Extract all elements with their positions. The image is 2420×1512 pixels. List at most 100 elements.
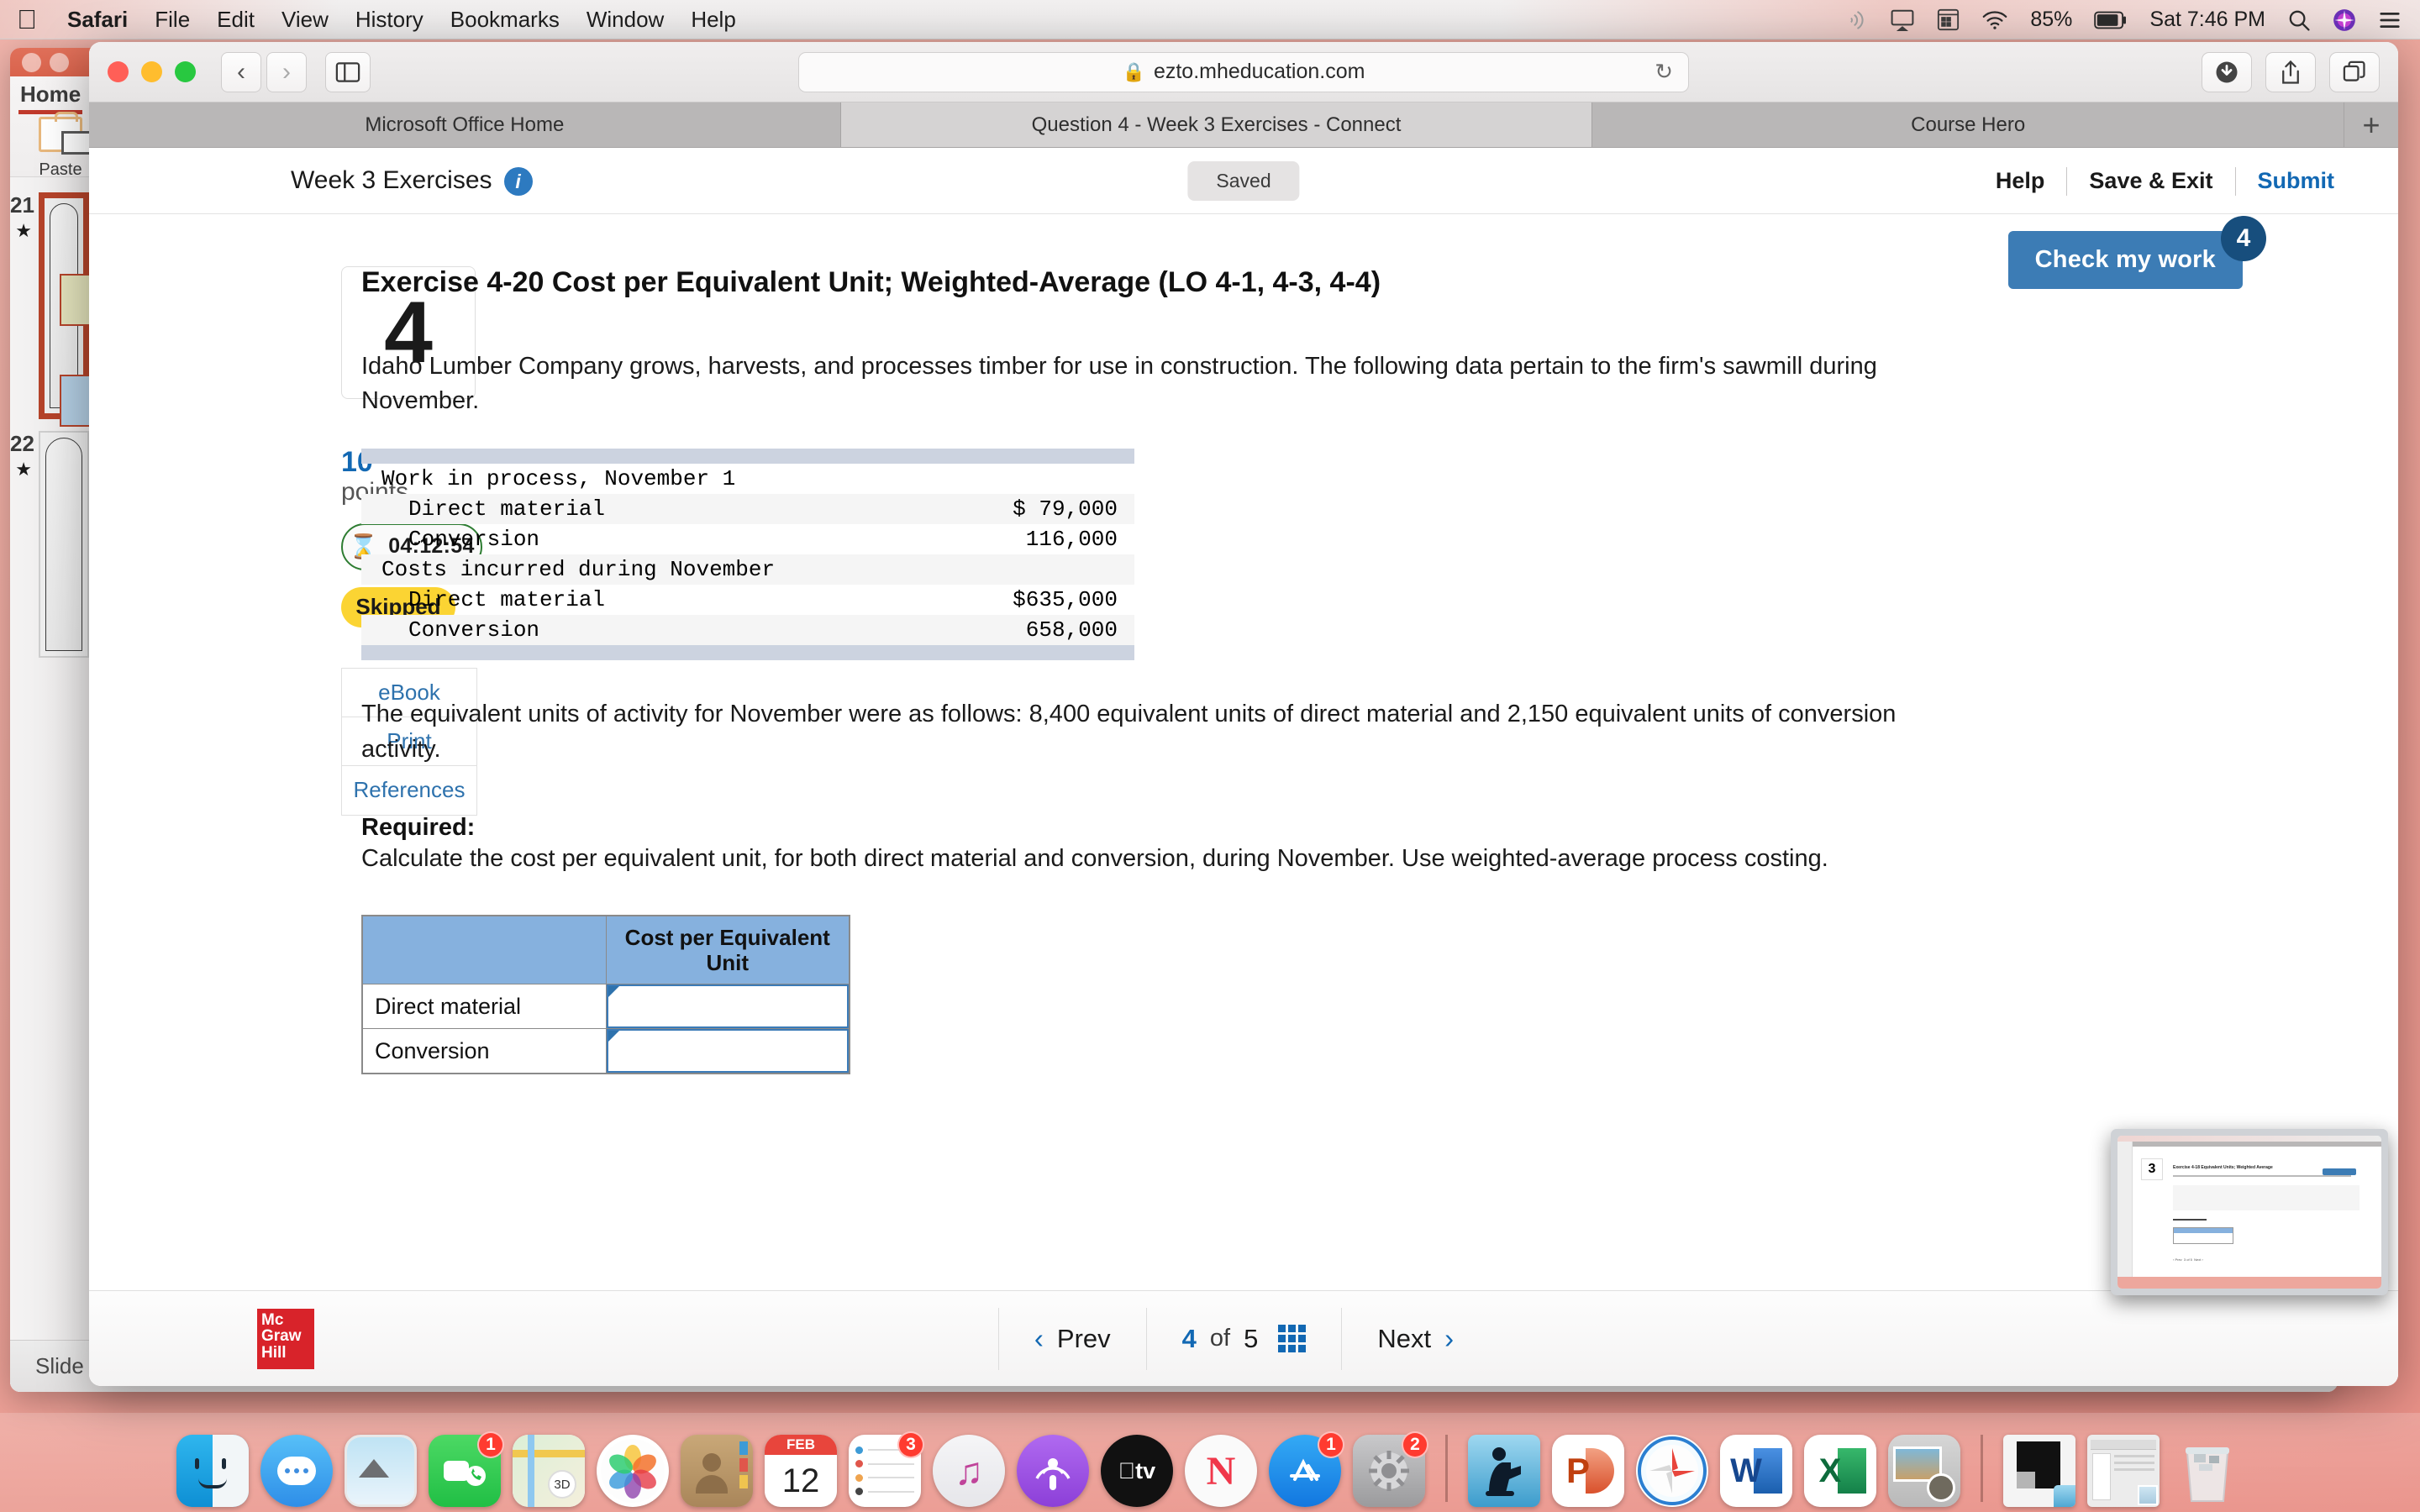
dock-item-calendar[interactable]: FEB 12 (765, 1435, 837, 1507)
toolbar-right-buttons (2202, 51, 2380, 92)
exercise-intro-text: Idaho Lumber Company grows, harvests, an… (361, 353, 1877, 415)
dock-item-settings-window-file[interactable] (2087, 1435, 2160, 1507)
dock-item-system-preferences[interactable]: 2 (1353, 1431, 1428, 1507)
tab-overview-button[interactable] (2329, 51, 2380, 92)
dock-item-finder[interactable] (176, 1435, 249, 1507)
window-close-button[interactable] (22, 52, 41, 72)
table-row: Direct material (361, 984, 850, 1030)
back-button[interactable]: ‹ (221, 51, 261, 92)
menu-bookmarks[interactable]: Bookmarks (450, 7, 560, 33)
reload-icon[interactable]: ↻ (1655, 59, 1673, 85)
dock-item-appstore[interactable]: 1 (1269, 1431, 1344, 1507)
menu-window[interactable]: Window (587, 7, 664, 33)
dock-item-trash[interactable] (2171, 1435, 2244, 1507)
menu-file[interactable]: File (155, 7, 190, 33)
prev-question-button[interactable]: ‹ Prev (997, 1307, 1147, 1370)
header-action-links: Help Save & Exit Submit (1974, 166, 2357, 196)
dock-badge-reminders: 3 (897, 1431, 924, 1458)
control-center-icon[interactable] (2378, 10, 2402, 30)
slide-thumbnail[interactable] (39, 192, 118, 427)
answer-cell[interactable] (605, 1028, 850, 1074)
row-label: Conversion (408, 527, 540, 553)
window-maximize-button[interactable] (175, 61, 196, 82)
table-row: Work in process, November 1 (361, 464, 1134, 494)
slide-thumbnail-item[interactable]: 22 ★ (10, 431, 89, 658)
menubar-clock[interactable]: Sat 7:46 PM (2149, 8, 2265, 32)
paste-icon (39, 112, 92, 155)
dock-item-reminders[interactable]: 3 (849, 1431, 924, 1507)
dock-item-photos[interactable] (597, 1435, 669, 1507)
dock-item-powerpoint[interactable]: P (1552, 1435, 1624, 1507)
submit-button[interactable]: Submit (2236, 168, 2357, 194)
dock-item-safari[interactable] (1636, 1435, 1708, 1507)
forward-button[interactable]: › (266, 51, 307, 92)
ribbon-tab-home[interactable]: Home (20, 81, 81, 108)
menu-safari[interactable]: Safari (67, 7, 128, 33)
slide-animation-icon: ★ (15, 459, 32, 480)
menubar-status-items: 85% Sat 7:46 PM (1843, 0, 2402, 39)
menu-view[interactable]: View (281, 7, 329, 33)
window-minimize-button[interactable] (50, 52, 69, 72)
address-bar[interactable]: 🔒 ezto.mheducation.com ↻ (798, 51, 1689, 92)
slide-thumbnail[interactable] (39, 431, 89, 658)
dock-item-screenshot-file[interactable] (2003, 1435, 2075, 1507)
battery-icon[interactable] (2094, 11, 2128, 29)
row-label: Direct material (408, 587, 606, 613)
downloads-button[interactable] (2202, 51, 2252, 92)
dock-item-podcasts[interactable] (1017, 1435, 1089, 1507)
sidebar-toggle-button[interactable] (325, 51, 371, 92)
tab-microsoft-office-home[interactable]: Microsoft Office Home (89, 102, 841, 147)
dock-item-mail[interactable] (345, 1435, 417, 1507)
tab-course-hero[interactable]: Course Hero (1592, 102, 2345, 147)
paste-button[interactable]: Paste (29, 112, 92, 180)
grid-icon[interactable] (1278, 1325, 1307, 1352)
save-and-exit-button[interactable]: Save & Exit (2067, 168, 2234, 194)
window-close-button[interactable] (108, 61, 129, 82)
tab-strip: Microsoft Office Home Question 4 - Week … (89, 102, 2398, 148)
slide-number: 22 (10, 431, 34, 456)
page-title: Week 3 Exercises (291, 165, 492, 194)
dock-item-music[interactable]: ♫ (933, 1435, 1005, 1507)
help-button[interactable]: Help (1974, 168, 2067, 194)
new-tab-button[interactable]: + (2344, 102, 2398, 147)
wifi-icon[interactable] (1981, 10, 2008, 30)
required-label: Required: (361, 813, 476, 841)
airplay-icon[interactable] (1890, 9, 1915, 31)
next-question-button[interactable]: Next › (1342, 1308, 1489, 1370)
screen-mirroring-icon[interactable] (1937, 8, 1960, 31)
exercise-heading: Exercise 4-20 Cost per Equivalent Unit; … (361, 266, 1381, 298)
dock-item-facetime[interactable]: 1 (429, 1431, 504, 1507)
info-icon[interactable]: i (503, 167, 533, 197)
menu-edit[interactable]: Edit (217, 7, 255, 33)
direct-material-input[interactable] (606, 984, 849, 1029)
dock-item-excel[interactable]: X (1804, 1435, 1876, 1507)
menu-help[interactable]: Help (691, 7, 735, 33)
apple-logo-icon[interactable]:  (17, 6, 37, 33)
slide-thumbnail-pane[interactable]: 21 ★ 22 ★ (10, 177, 118, 1392)
answer-cell[interactable] (605, 984, 850, 1030)
siri-waveform-icon[interactable] (1843, 8, 1868, 33)
safari-window[interactable]: ‹ › 🔒 ezto.mheducation.com ↻ Microsoft O… (89, 42, 2398, 1386)
dock-item-contacts[interactable] (681, 1435, 753, 1507)
share-button[interactable] (2265, 51, 2316, 92)
dock-item-news[interactable]: N (1185, 1435, 1257, 1507)
search-icon[interactable] (2287, 8, 2311, 32)
total-pages: 5 (1244, 1323, 1259, 1353)
slide-thumbnail-item[interactable]: 21 ★ (10, 192, 118, 427)
slide-status-label: Slide (35, 1353, 84, 1378)
menu-history[interactable]: History (355, 7, 424, 33)
dock-item-preview[interactable] (1888, 1435, 1960, 1507)
dock-item-maps[interactable]: 3D (513, 1435, 585, 1507)
window-minimize-button[interactable] (141, 61, 162, 82)
row-label: Direct material (408, 496, 606, 522)
dock-item-kindle[interactable] (1468, 1435, 1540, 1507)
dock-item-appletv[interactable]: tv (1101, 1435, 1173, 1507)
dock-item-word[interactable]: W (1720, 1435, 1792, 1507)
dock-item-messages[interactable] (260, 1435, 333, 1507)
music-icon: ♫ (933, 1435, 1005, 1507)
conversion-input[interactable] (606, 1029, 849, 1074)
picture-in-picture-preview[interactable]: 3 Exercise 4-18 Equivalent Units; Weight… (2111, 1129, 2388, 1295)
pip-question-number: 3 (2141, 1158, 2163, 1180)
tab-question-4-week-3-exercises-connect[interactable]: Question 4 - Week 3 Exercises - Connect (840, 102, 1593, 147)
siri-icon[interactable] (2333, 8, 2356, 32)
